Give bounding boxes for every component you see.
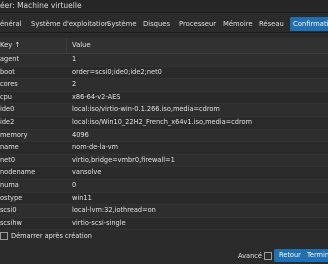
row-value: order=scsi0;ide0;ide2;net0	[72, 67, 162, 76]
table-row: cpu x86-64-v2-AES	[0, 91, 328, 105]
row-value: nom-de-la-vm	[72, 143, 119, 152]
advanced-checkbox[interactable]	[263, 252, 272, 260]
row-key: memory	[0, 130, 28, 139]
start-after-create-checkbox[interactable]	[0, 232, 8, 240]
row-value: 1	[72, 55, 77, 63]
tab-system[interactable]: Système	[104, 17, 140, 31]
table-row: ostype win11	[0, 192, 328, 206]
create-vm-window: éer: Machine virtuelle énéral Système d'…	[0, 0, 328, 264]
row-value: virtio-scsi-single	[72, 218, 126, 227]
row-key: ostype	[0, 193, 23, 202]
table-row: net0 virtio,bridge=vmbr0,firewall=1	[0, 154, 328, 168]
advanced-toggle[interactable]: Avancé	[238, 251, 272, 261]
row-key: nodename	[0, 168, 36, 177]
tab-network[interactable]: Réseau	[256, 17, 287, 31]
table-row: ide2 local:iso/Win10_22H2_French_x64v1.is…	[0, 116, 328, 130]
tab-memory[interactable]: Mémoire	[220, 17, 256, 31]
finish-button[interactable]: Terminer	[302, 249, 328, 262]
row-value: 4096	[72, 130, 89, 139]
back-button[interactable]: Retour	[274, 249, 304, 262]
window-title: éer: Machine virtuelle	[0, 1, 82, 10]
table-row: numa 0	[0, 179, 328, 193]
row-value: x86-64-v2-AES	[72, 92, 121, 101]
tab-confirmation[interactable]: Confirmation	[290, 17, 328, 31]
row-value: 2	[72, 80, 77, 89]
table-row: agent 1	[0, 54, 328, 67]
table-header: Key ↑ Value	[0, 38, 328, 54]
row-value: local-lvm:32,iothread=on	[72, 206, 156, 215]
wizard-footer: Avancé Retour Terminer	[0, 247, 328, 264]
row-value: virtio,bridge=vmbr0,firewall=1	[72, 155, 175, 164]
row-key: cpu	[0, 92, 12, 101]
advanced-label: Avancé	[238, 252, 262, 260]
row-key: scsi0	[0, 206, 17, 215]
row-key: ide2	[0, 117, 15, 126]
title-bar: éer: Machine virtuelle	[0, 0, 328, 13]
tab-cpu[interactable]: Processeur	[176, 17, 219, 31]
tab-disks[interactable]: Disques	[140, 17, 173, 31]
table-row: scsi0 local-lvm:32,iothread=on	[0, 205, 328, 218]
row-key: cores	[0, 80, 18, 89]
row-value: 0	[72, 180, 77, 189]
table-row: memory 4096	[0, 129, 328, 143]
row-key: name	[0, 143, 19, 152]
row-key: net0	[0, 155, 16, 164]
tab-os[interactable]: Système d'exploitation	[28, 17, 112, 31]
column-header-key[interactable]: Key ↑	[0, 38, 67, 53]
table-row: cores 2	[0, 79, 328, 92]
table-row: name nom-de-la-vm	[0, 142, 328, 155]
tab-general[interactable]: énéral	[0, 17, 25, 31]
row-key: agent	[0, 55, 20, 63]
table-body: agent 1 boot order=scsi0;ide0;ide2;net0 co…	[0, 54, 328, 231]
table-row: nodename vansolve	[0, 167, 328, 180]
start-after-create-label: Démarrer après création	[11, 232, 92, 240]
table-row: ide0 local:iso/virtio-win-0.1.266.iso,med…	[0, 104, 328, 117]
row-value: local:iso/virtio-win-0.1.266.iso,media=c…	[72, 105, 220, 114]
row-key: scsihw	[0, 218, 22, 227]
row-value: win11	[72, 193, 92, 202]
start-after-create-row[interactable]: Démarrer après création	[0, 230, 92, 242]
row-value: vansolve	[72, 168, 102, 177]
row-value: local:iso/Win10_22H2_French_x64v1.iso,me…	[72, 117, 253, 126]
table-row: scsihw virtio-scsi-single	[0, 217, 328, 231]
row-key: numa	[0, 180, 19, 189]
wizard-tabs: énéral Système d'exploitation Système Di…	[0, 14, 328, 33]
row-key: ide0	[0, 105, 15, 114]
table-row: boot order=scsi0;ide0;ide2;net0	[0, 66, 328, 80]
row-key: boot	[0, 67, 15, 76]
column-header-value[interactable]: Value	[72, 38, 91, 53]
summary-table: Key ↑ Value agent 1 boot order=scsi0;ide0;…	[0, 38, 328, 231]
